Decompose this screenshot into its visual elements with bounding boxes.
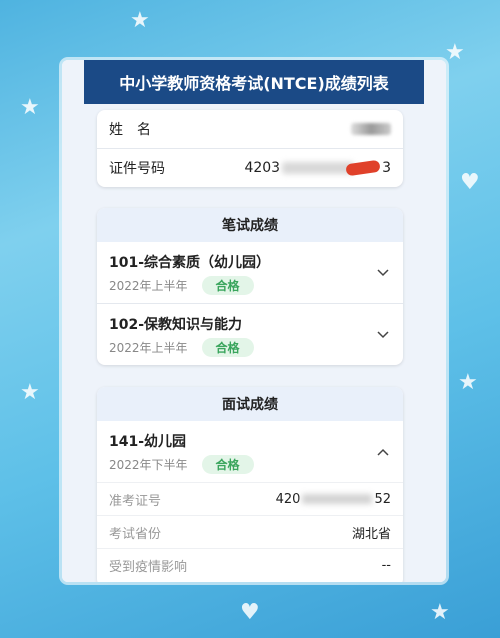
chevron-up-icon[interactable] (375, 444, 391, 460)
result-panel: 中小学教师资格考试(NTCE)成绩列表 姓 名 证件号码 4203 3 笔试成绩… (62, 60, 446, 582)
id-value: 4203 3 (244, 159, 391, 177)
exam-period: 2022年上半年 (109, 341, 188, 355)
exam-period: 2022年下半年 (109, 458, 188, 472)
pass-badge: 合格 (201, 276, 254, 295)
exam-period: 2022年上半年 (109, 279, 188, 293)
province-label: 考试省份 (109, 526, 162, 542)
interview-exam-heading: 面试成绩 (97, 387, 403, 421)
subject-title: 102-保教知识与能力 (109, 317, 243, 333)
covid-label: 受到疫情影响 (109, 559, 188, 575)
heart-icon: ♥ (240, 600, 260, 625)
id-label: 证件号码 (109, 161, 165, 177)
subject-meta: 2022年上半年 合格 (109, 276, 391, 295)
id-suffix: 3 (382, 160, 391, 176)
page-title-text: 中小学教师资格考试(NTCE)成绩列表 (119, 74, 389, 93)
ticket-row: 准考证号 420 52 (97, 482, 403, 515)
name-label: 姓 名 (109, 122, 151, 138)
name-row: 姓 名 (97, 110, 403, 148)
star-icon: ★ (20, 95, 40, 120)
page-title: 中小学教师资格考试(NTCE)成绩列表 (84, 60, 424, 104)
star-icon: ★ (130, 8, 150, 33)
written-subject-1[interactable]: 101-综合素质（幼儿园） 2022年上半年 合格 (97, 242, 403, 303)
pass-badge: 合格 (201, 455, 254, 474)
written-subject-2[interactable]: 102-保教知识与能力 2022年上半年 合格 (97, 303, 403, 365)
star-icon: ★ (445, 40, 465, 65)
star-icon: ★ (20, 380, 40, 405)
pass-badge: 合格 (201, 338, 254, 357)
ticket-redacted (302, 494, 373, 504)
id-row: 证件号码 4203 3 (97, 148, 403, 187)
star-icon: ★ (458, 370, 478, 395)
interview-subject[interactable]: 141-幼儿园 2022年下半年 合格 (97, 421, 403, 482)
ticket-label: 准考证号 (109, 493, 162, 509)
province-row: 考试省份 湖北省 (97, 515, 403, 548)
province-value: 湖北省 (351, 526, 391, 542)
ticket-value: 420 52 (276, 492, 391, 507)
interview-exam-card: 面试成绩 141-幼儿园 2022年下半年 合格 准考证号 420 52 考试省… (97, 387, 403, 582)
chevron-down-icon[interactable] (375, 265, 391, 281)
written-exam-heading: 笔试成绩 (97, 208, 403, 242)
covid-row: 受到疫情影响 -- (97, 548, 403, 581)
written-exam-card: 笔试成绩 101-综合素质（幼儿园） 2022年上半年 合格 102-保教知识与… (97, 208, 403, 365)
star-icon: ★ (430, 600, 450, 625)
chevron-down-icon[interactable] (375, 327, 391, 343)
name-value-redacted (351, 123, 391, 135)
subject-meta: 2022年上半年 合格 (109, 338, 391, 357)
ticket-suffix: 52 (374, 491, 391, 507)
ticket-prefix: 420 (275, 491, 301, 507)
personal-info-card: 姓 名 证件号码 4203 3 (97, 110, 403, 187)
subject-title: 101-综合素质（幼儿园） (109, 255, 271, 271)
id-redacted (282, 162, 355, 174)
subject-title: 141-幼儿园 (109, 434, 187, 450)
covid-value: -- (381, 557, 391, 573)
id-prefix: 4203 (244, 160, 281, 176)
heart-icon: ♥ (460, 170, 480, 195)
subject-meta: 2022年下半年 合格 (109, 455, 391, 474)
